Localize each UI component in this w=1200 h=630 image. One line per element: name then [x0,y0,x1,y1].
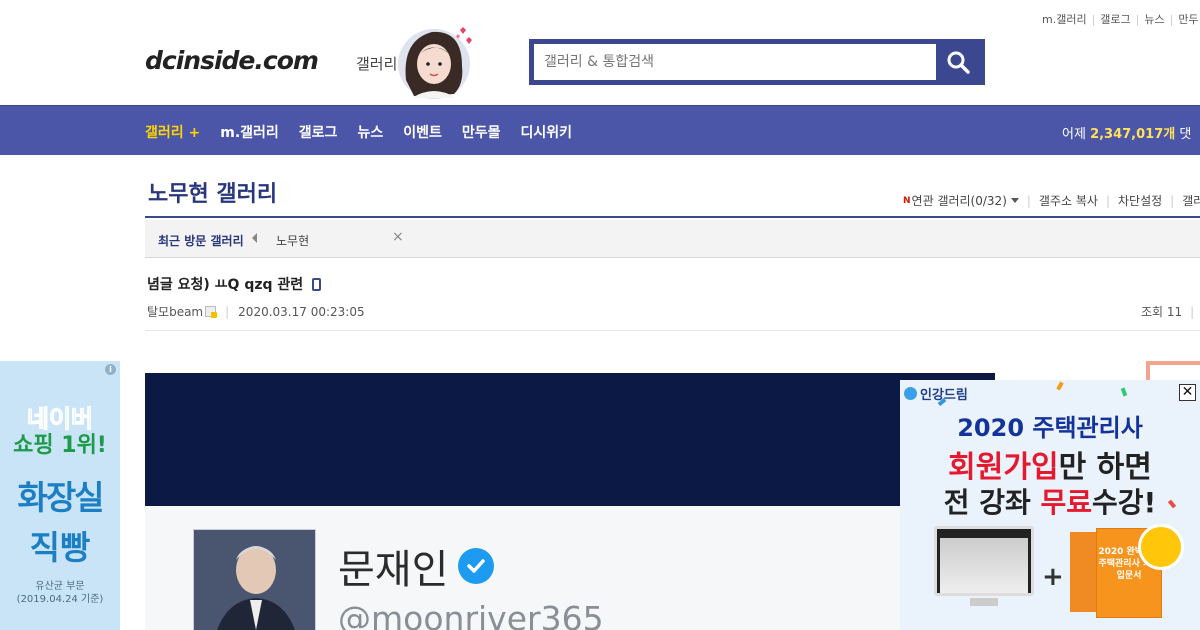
search-input[interactable] [534,44,936,80]
search-button[interactable] [936,44,980,80]
instructors-image [940,538,1028,593]
nav-item-news[interactable]: 뉴스 [357,122,383,142]
recent-visited-label: 최근 방문 갤러리 [158,234,244,248]
tweet-handle: @moonriver365 [338,599,604,630]
nav-stats-suffix: 댓 [1179,127,1192,142]
left-ad-line3: 화장실 [17,478,104,517]
mascot-image [398,27,472,99]
recent-visited-bar: 최근 방문 갤러리 노무현 × [145,220,1200,258]
tweet-display-name: 문재인 [338,537,495,595]
top-links: m.갤러리 | 갤로그 | 뉴스 | 만두 [1042,11,1199,27]
top-link-news[interactable]: 뉴스 [1144,13,1164,26]
top-link-gallog[interactable]: 갤로그 [1100,13,1130,26]
close-icon[interactable]: × [392,229,404,245]
site-logo[interactable]: dcinside.com [145,46,319,75]
right-ad-line3-b: 수강! [1092,486,1157,519]
tweet-name-text: 문재인 [338,547,449,593]
ad-brand-text: 인강드림 [920,388,968,403]
chevron-down-icon[interactable] [1010,198,1019,203]
top-link-mgallery[interactable]: m.갤러리 [1042,13,1087,26]
left-ad-footnote2: (2019.04.24 기준) [16,594,104,605]
nav-stats: 어제 2,347,017개 댓 [1062,123,1191,142]
checkmark-icon [467,559,486,573]
page: m.갤러리|갤로그|뉴스|만두 dcinside.com 갤러리 갤러리 + m… [0,0,1200,630]
nav-stats-prefix: 어제 [1062,127,1086,142]
right-ad-line1: 2020 주택관리사 [957,414,1143,442]
divider: | [1169,13,1174,26]
block-settings-button[interactable]: 차단설정 [1118,192,1162,209]
mobile-icon [312,277,322,291]
right-ad-line2: 회원가입만 하면 [900,442,1200,486]
brand-icon [904,387,917,400]
title-divider [145,216,1200,218]
search-icon [947,51,970,74]
right-ad-line2-highlight: 회원가입 [948,450,1059,485]
recent-visited-item[interactable]: 노무현 [276,232,309,249]
nav-item-gallery[interactable]: 갤러리 + [145,122,200,142]
divider: | [1026,193,1031,208]
right-ad-banner[interactable]: 인강드림 ✕ 2020 주택관리사 회원가입만 하면 전 강좌 무료수강! + … [900,380,1200,630]
left-ad-line4: 직빵 [29,528,91,567]
nav-item-mgallery[interactable]: m.갤러리 [220,122,279,142]
related-gallery-button[interactable]: 연관 갤러리(0/32) [912,192,1007,209]
plus-sign: + [1042,562,1064,592]
search-box [529,39,985,85]
right-ad-line3-highlight: 무료 [1040,486,1092,519]
gallery-more-button[interactable]: 갤러 [1182,192,1200,209]
gallery-tools: N 연관 갤러리(0/32) | 갤주소 복사 | 차단설정 | 갤러 [903,192,1200,209]
gallery-title[interactable]: 노무현 갤러리 [148,176,277,208]
meta-divider [145,330,1200,331]
right-ad-line3: 전 강좌 무료수강! [900,481,1200,521]
profile-photo [193,529,316,630]
divider: | [1190,305,1195,319]
divider: | [1135,13,1140,26]
left-ad-banner[interactable]: i 네이버 쇼핑 1위! 화장실 직빵 유산균 부문 (2019.04.24 기… [0,361,120,630]
fixed-nick-icon [205,306,218,318]
post-meta: 탈모beam | 2020.03.17 00:23:05 [147,303,365,320]
nav-item-mandumall[interactable]: 만두몰 [462,122,501,142]
copy-address-button[interactable]: 갤주소 복사 [1039,192,1098,209]
nav-stats-number: 2,347,017개 [1090,127,1176,142]
post-views-text: 조회 11 [1141,305,1183,319]
right-ad-line3-a: 전 강좌 [943,486,1041,519]
divider: | [1105,193,1110,208]
divider: | [1170,193,1175,208]
post-views: 조회 11 | [1141,303,1194,320]
left-ad-line2: 쇼핑 1위! [13,433,107,458]
main-nav: 갤러리 + m.갤러리 갤로그 뉴스 이벤트 만두몰 디시위키 어제 2,347… [0,105,1200,155]
divider: | [1091,13,1096,26]
divider: | [225,304,230,319]
right-ad-line2-rest: 만 하면 [1058,450,1152,485]
post-writer[interactable]: 탈모beam [147,303,203,320]
nav-item-dcwiki[interactable]: 디시위키 [520,122,572,142]
ad-brand-logo: 인강드림 [904,384,968,403]
info-icon[interactable]: i [105,364,116,375]
top-link-mandu[interactable]: 만두 [1178,13,1198,26]
new-badge: N [903,195,911,206]
chevron-left-icon[interactable] [252,233,257,243]
post-date: 2020.03.17 00:23:05 [238,304,365,319]
post-title: 념글 요청) ㅛQ qzq 관련 [147,274,322,294]
nav-item-event[interactable]: 이벤트 [403,122,442,142]
nav-item-gallog[interactable]: 갤로그 [299,122,338,142]
post-title-text: 념글 요청) ㅛQ qzq 관련 [147,277,304,293]
monitor-stand [970,598,998,606]
close-icon[interactable]: ✕ [1179,384,1196,401]
confetti-decoration [1056,381,1064,391]
free-badge-icon [1138,524,1184,570]
verified-icon [458,548,495,584]
profile-photo-image [194,530,315,630]
confetti-decoration [1120,387,1128,397]
post-content-image: 문재인 @moonriver365 [145,373,995,630]
nav-items: 갤러리 + m.갤러리 갤로그 뉴스 이벤트 만두몰 디시위키 [145,122,572,142]
